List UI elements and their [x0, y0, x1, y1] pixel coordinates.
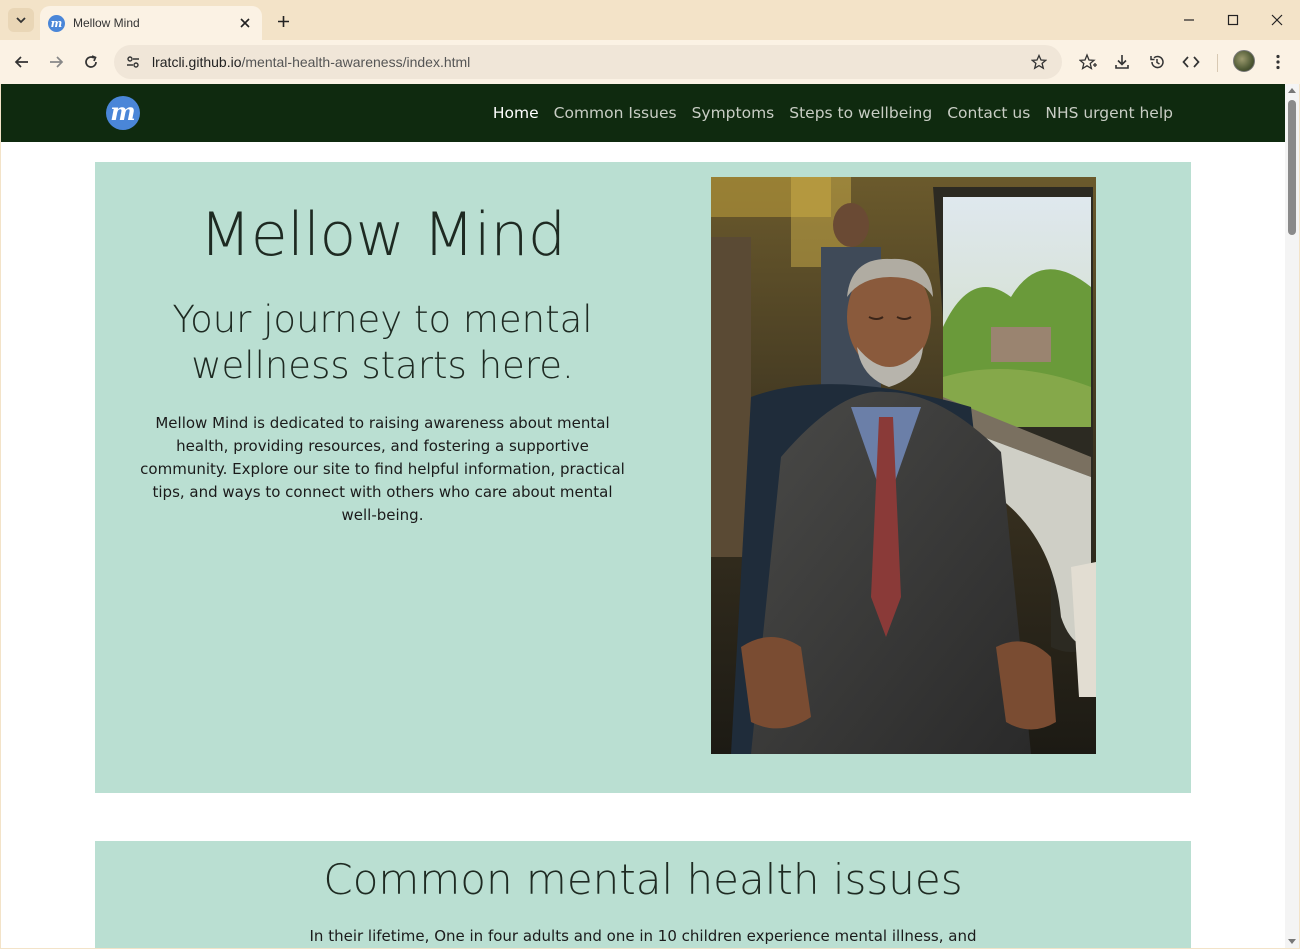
hero-subtitle: Your journey to mental wellness starts h… [172, 298, 593, 387]
scroll-up-arrow-icon[interactable] [1288, 88, 1296, 93]
browser-tab[interactable]: m Mellow Mind [40, 6, 262, 40]
star-icon [1031, 54, 1047, 70]
site-logo[interactable]: m [106, 96, 140, 130]
hero-title: Mellow Mind [199, 200, 566, 270]
history-icon [1150, 55, 1164, 69]
reload-button[interactable] [77, 48, 105, 76]
arrow-left-icon [14, 56, 28, 68]
browser-tab-strip: m Mellow Mind [0, 0, 1300, 40]
bookmark-button[interactable] [1026, 49, 1052, 75]
tab-search-button[interactable] [8, 8, 34, 32]
nav-link-nhs-urgent-help[interactable]: NHS urgent help [1045, 104, 1173, 122]
history-button[interactable] [1143, 48, 1171, 76]
download-icon [1115, 55, 1129, 69]
plus-icon [277, 15, 289, 27]
scroll-thumb[interactable] [1288, 100, 1296, 235]
nav-link-contact-us[interactable]: Contact us [947, 104, 1030, 122]
bookmark-star-icon [1079, 53, 1097, 70]
maximize-button[interactable] [1219, 8, 1247, 32]
hero-photo [711, 177, 1096, 754]
url-text: lratcli.github.io/mental-health-awarenes… [152, 54, 470, 70]
nav-link-common-issues[interactable]: Common Issues [554, 104, 677, 122]
new-tab-button[interactable] [272, 10, 294, 32]
downloads-button[interactable] [1108, 48, 1136, 76]
nav-link-symptoms[interactable]: Symptoms [692, 104, 775, 122]
maximize-icon [1227, 14, 1239, 26]
hero-section: Mellow Mind Your journey to mental welln… [95, 162, 1191, 793]
url-host: lratcli.github.io [152, 54, 242, 70]
site-info-button[interactable] [116, 45, 150, 79]
man-meditating-on-train-image [711, 177, 1096, 754]
devtools-button[interactable] [1177, 48, 1205, 76]
menu-button[interactable] [1264, 48, 1292, 76]
url-path: /mental-health-awareness/index.html [241, 54, 471, 70]
minimize-button[interactable] [1175, 8, 1203, 32]
chevron-down-icon [16, 17, 26, 24]
profile-avatar[interactable] [1233, 50, 1255, 72]
browser-toolbar: lratcli.github.io/mental-health-awarenes… [0, 40, 1300, 84]
forward-button[interactable] [42, 48, 70, 76]
minimize-icon [1184, 19, 1194, 21]
nav-link-steps-to-wellbeing[interactable]: Steps to wellbeing [789, 104, 932, 122]
back-button[interactable] [8, 48, 36, 76]
close-window-button[interactable] [1263, 8, 1291, 32]
hero-description: Mellow Mind is dedicated to raising awar… [140, 414, 625, 524]
bookmarks-button[interactable] [1074, 48, 1102, 76]
common-issues-section: Common mental health issues In their lif… [95, 841, 1191, 948]
tab-close-button[interactable] [236, 14, 254, 32]
arrow-right-icon [50, 56, 64, 68]
reload-icon [85, 55, 97, 68]
address-bar[interactable]: lratcli.github.io/mental-health-awarenes… [114, 45, 1062, 79]
site-navbar: m Home Common Issues Symptoms Steps to w… [1, 84, 1285, 142]
page-viewport: m Home Common Issues Symptoms Steps to w… [1, 84, 1285, 948]
close-icon [1271, 14, 1283, 26]
nav-link-home[interactable]: Home [493, 104, 539, 122]
tune-icon [127, 56, 139, 68]
more-vertical-icon [1276, 54, 1280, 70]
toolbar-separator [1217, 54, 1218, 72]
close-icon [240, 18, 250, 28]
common-issues-title: Common mental health issues [323, 855, 963, 904]
code-icon [1182, 56, 1200, 68]
scroll-down-arrow-icon[interactable] [1288, 939, 1296, 944]
favicon-icon: m [48, 14, 65, 32]
tab-title: Mellow Mind [73, 16, 140, 30]
nav-links: Home Common Issues Symptoms Steps to wel… [493, 84, 1173, 142]
page-scrollbar[interactable] [1285, 84, 1299, 948]
common-issues-text: In their lifetime, One in four adults an… [309, 927, 977, 945]
